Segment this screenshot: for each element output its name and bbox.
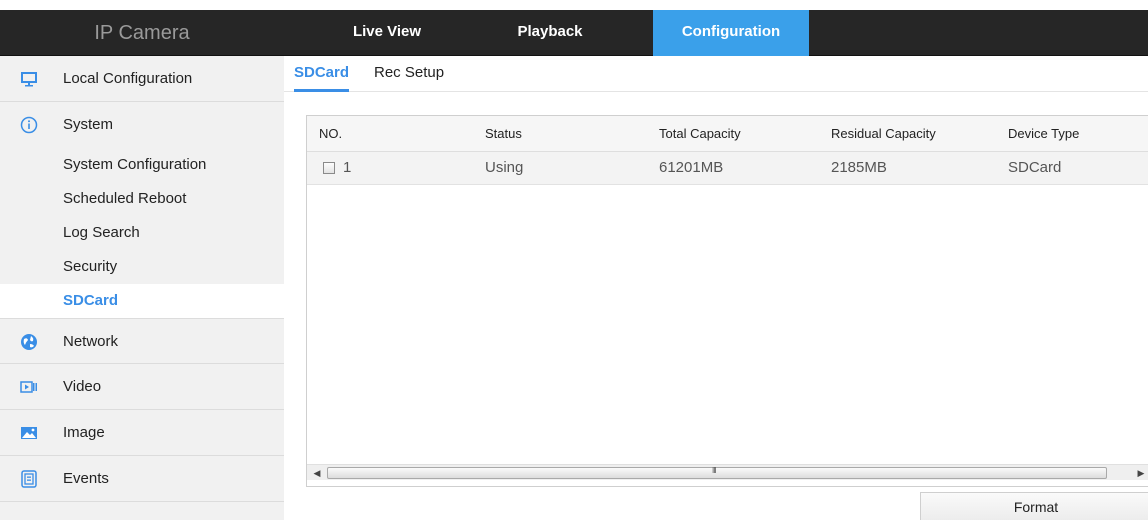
tab-live-view[interactable]: Live View xyxy=(324,10,450,56)
info-icon xyxy=(20,116,38,134)
format-button[interactable]: Format xyxy=(920,492,1148,520)
sidebar-item-label: Image xyxy=(63,424,105,441)
column-header-no: NO. xyxy=(319,126,343,141)
sidebar: Local Configuration System System Config… xyxy=(0,56,284,520)
globe-icon xyxy=(20,333,38,351)
cell-residual-capacity: 2185MB xyxy=(831,159,887,176)
content-subtabs: SDCard Rec Setup xyxy=(284,56,1148,92)
table-header: NO. Status Total Capacity Residual Capac… xyxy=(307,116,1148,152)
cell-no: 1 xyxy=(343,159,352,176)
scroll-grip: III xyxy=(712,466,717,475)
tab-playback[interactable]: Playback xyxy=(487,10,613,56)
app-title: IP Camera xyxy=(94,22,190,44)
subtab-sdcard[interactable]: SDCard xyxy=(294,56,350,92)
sidebar-item-label: System xyxy=(63,116,114,133)
sidebar-item-label: Events xyxy=(63,470,109,487)
events-icon xyxy=(20,470,38,488)
sdcard-table: NO. Status Total Capacity Residual Capac… xyxy=(306,115,1148,487)
sidebar-item-network[interactable]: Network xyxy=(0,318,284,364)
image-icon xyxy=(20,424,38,442)
sidebar-item-video[interactable]: Video xyxy=(0,364,284,410)
sidebar-subitem-sdcard[interactable]: SDCard xyxy=(0,284,284,318)
cell-status: Using xyxy=(485,159,524,176)
sidebar-item-system[interactable]: System xyxy=(0,102,284,148)
table-row[interactable]: 1 Using 61201MB 2185MB SDCard xyxy=(307,152,1148,185)
row-select-checkbox[interactable] xyxy=(323,162,335,174)
tab-configuration[interactable]: Configuration xyxy=(653,10,809,56)
sidebar-item-image[interactable]: Image xyxy=(0,410,284,456)
sidebar-item-local-configuration[interactable]: Local Configuration xyxy=(0,56,284,102)
column-header-device-type: Device Type xyxy=(1008,126,1080,141)
cell-device-type: SDCard xyxy=(1008,159,1062,176)
sidebar-subitem-system-configuration[interactable]: System Configuration xyxy=(0,148,284,182)
scroll-right-icon[interactable]: ▶ xyxy=(1133,465,1148,481)
subtab-rec-setup[interactable]: Rec Setup xyxy=(374,56,444,92)
scrollbar-thumb[interactable]: III xyxy=(327,466,1107,479)
horizontal-scrollbar[interactable]: ◀ III ▶ xyxy=(307,464,1148,480)
sidebar-item-label: Local Configuration xyxy=(63,70,193,87)
monitor-icon xyxy=(20,70,38,88)
scroll-left-icon[interactable]: ◀ xyxy=(309,465,325,481)
sidebar-item-events[interactable]: Events xyxy=(0,456,284,502)
column-header-total-capacity: Total Capacity xyxy=(659,126,741,141)
sidebar-subitem-scheduled-reboot[interactable]: Scheduled Reboot xyxy=(0,182,284,216)
video-icon xyxy=(20,378,38,396)
column-header-status: Status xyxy=(485,126,522,141)
top-nav-bar: IP Camera Live View Playback Configurati… xyxy=(0,10,1148,56)
sidebar-item-label: Video xyxy=(63,378,102,395)
cell-total-capacity: 61201MB xyxy=(659,159,724,176)
sidebar-item-label: Network xyxy=(63,333,119,350)
sidebar-subitem-log-search[interactable]: Log Search xyxy=(0,216,284,250)
column-header-residual-capacity: Residual Capacity xyxy=(831,126,936,141)
sidebar-subitem-security[interactable]: Security xyxy=(0,250,284,284)
